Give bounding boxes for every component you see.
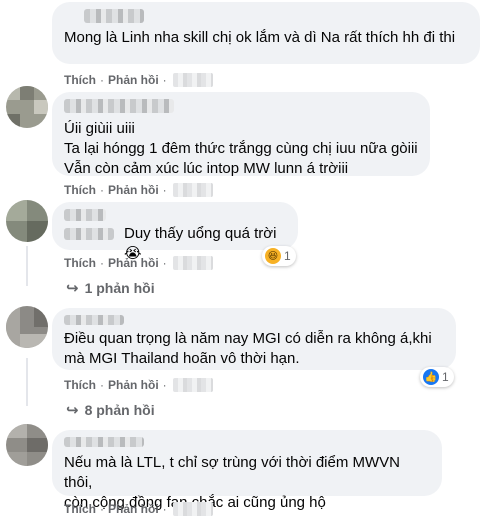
comment-text: Điều quan trọng là năm nay MGI có diễn r… — [64, 330, 432, 367]
comment-bubble: Duy thấy uổng quá trời 😭 — [52, 202, 298, 262]
thread-line — [26, 246, 28, 286]
comment-bubble: Mong là Linh nha skill chị ok lắm và dì … — [52, 2, 480, 64]
commenter-name-redacted[interactable] — [64, 437, 144, 447]
commenter-name-redacted[interactable] — [64, 209, 106, 221]
reply-button[interactable]: Phản hồi — [108, 183, 159, 197]
reply-button[interactable]: Phản hồi — [108, 73, 159, 87]
reply-arrow-icon: ↪ — [66, 402, 79, 419]
reply-arrow-icon: ↪ — [66, 280, 79, 297]
reply-button[interactable]: Phản hồi — [108, 256, 159, 270]
avatar[interactable] — [6, 306, 48, 348]
comment-text: Úii giùii uiii Ta lại hóngg 1 đêm thức t… — [64, 120, 418, 177]
timestamp-redacted[interactable] — [172, 502, 213, 516]
avatar[interactable] — [6, 200, 48, 242]
comment-bubble: Úii giùii uiii Ta lại hóngg 1 đêm thức t… — [52, 92, 430, 177]
commenter-name-redacted[interactable] — [64, 228, 114, 240]
timestamp-redacted[interactable] — [172, 378, 213, 392]
timestamp-redacted[interactable] — [172, 256, 213, 270]
comment-text: Mong là Linh nha skill chị ok lắm và dì … — [64, 29, 456, 46]
comment-actions: Thích · Phản hồi · — [64, 256, 213, 270]
reply-button[interactable]: Phản hồi — [108, 378, 159, 392]
reaction-count: 1 — [442, 370, 449, 384]
replies-count-label[interactable]: 8 phản hồi — [85, 402, 155, 418]
commenter-name-redacted[interactable] — [64, 99, 174, 113]
comment-bubble: Nếu mà là LTL, t chỉ sợ trùng với thời đ… — [52, 430, 442, 511]
timestamp-redacted[interactable] — [172, 183, 213, 197]
like-button[interactable]: Thích — [64, 378, 96, 392]
thread-line — [26, 358, 28, 406]
avatar[interactable] — [6, 424, 48, 466]
like-button[interactable]: Thích — [64, 183, 96, 197]
reply-button[interactable]: Phản hồi — [108, 502, 159, 516]
like-button[interactable]: Thích — [64, 502, 96, 516]
like-icon: 👍 — [423, 369, 439, 385]
haha-icon: 😆 — [265, 248, 281, 264]
reaction-badge[interactable]: 👍 1 — [420, 367, 454, 387]
avatar[interactable] — [6, 86, 48, 128]
comment-actions: Thích · Phản hồi · — [64, 73, 213, 87]
commenter-name-redacted[interactable] — [84, 9, 144, 23]
reaction-badge[interactable]: 😆 1 — [262, 246, 296, 266]
commenter-name-redacted[interactable] — [64, 315, 124, 325]
comment-bubble: Điều quan trọng là năm nay MGI có diễn r… — [52, 308, 456, 370]
view-replies-link[interactable]: ↪ 8 phản hồi — [66, 401, 155, 419]
view-replies-link[interactable]: ↪ 1 phản hồi — [66, 279, 155, 297]
like-button[interactable]: Thích — [64, 256, 96, 270]
comment-actions: Thích · Phản hồi · — [64, 502, 213, 516]
reaction-count: 1 — [284, 249, 291, 263]
like-button[interactable]: Thích — [64, 73, 96, 87]
replies-count-label[interactable]: 1 phản hồi — [85, 280, 155, 296]
comment-actions: Thích · Phản hồi · — [64, 378, 213, 392]
timestamp-redacted[interactable] — [172, 73, 213, 87]
comment-actions: Thích · Phản hồi · — [64, 183, 213, 197]
